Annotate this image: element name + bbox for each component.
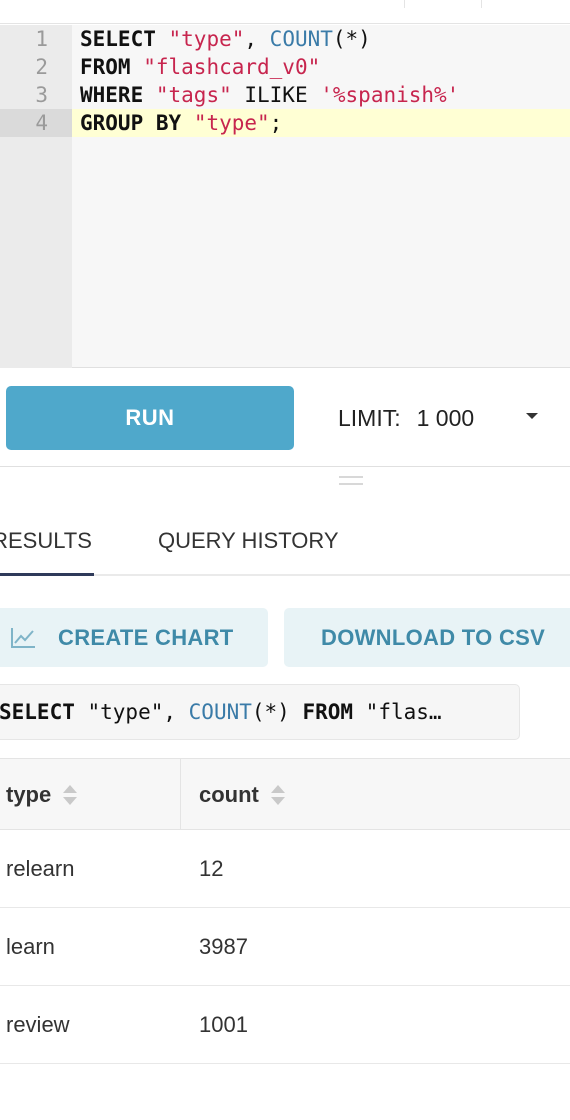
results-tabs: RESULTS QUERY HISTORY [0, 500, 570, 576]
limit-select[interactable]: LIMIT: 1 000 [338, 400, 497, 436]
code-line[interactable]: 2 FROM "flashcard_v0" [0, 53, 570, 81]
code-text: WHERE "tags" ILIKE '%spanish%' [80, 81, 459, 109]
code-text: GROUP BY "type"; [80, 109, 282, 137]
column-header-label: type [6, 781, 52, 807]
resize-handle[interactable] [339, 476, 363, 485]
query-token: "type", [74, 700, 189, 724]
tab-query-history[interactable]: QUERY HISTORY [158, 500, 339, 576]
code-token: "tags" [155, 83, 232, 107]
code-text: SELECT "type", COUNT(*) [80, 25, 371, 53]
code-token: '%spanish%' [320, 83, 460, 107]
sql-editor[interactable]: 1 SELECT "type", COUNT(*) 2 FROM "flashcard… [0, 25, 570, 368]
code-token: GROUP BY [80, 111, 182, 135]
top-tab-strip [0, 0, 570, 24]
code-line[interactable]: 1 SELECT "type", COUNT(*) [0, 25, 570, 53]
results-table: type count relearn 12 learn 3987 review … [0, 758, 570, 1064]
line-number: 3 [35, 83, 48, 107]
create-chart-label: CREATE CHART [58, 624, 234, 650]
download-csv-button[interactable]: DOWNLOAD TO CSV [284, 608, 570, 667]
limit-label: LIMIT: [338, 404, 401, 431]
code-token: SELECT [80, 27, 156, 51]
table-row: relearn 12 [0, 830, 570, 908]
cell-type: learn [6, 933, 55, 959]
sort-icon[interactable] [270, 784, 285, 805]
code-token: WHERE [80, 83, 144, 107]
run-button[interactable]: RUN [6, 386, 294, 450]
column-separator[interactable] [180, 759, 181, 830]
create-chart-button[interactable]: CREATE CHART [0, 608, 268, 667]
query-token: "flas… [353, 700, 442, 724]
tab-edge [404, 0, 405, 8]
code-token: "type" [193, 111, 270, 135]
code-token: COUNT [269, 27, 333, 51]
code-token: FROM [80, 55, 131, 79]
cell-count: 3987 [199, 933, 248, 959]
query-token: COUNT [188, 700, 252, 724]
table-row: learn 3987 [0, 908, 570, 986]
cell-type: review [6, 1011, 70, 1037]
table-row: review 1001 [0, 986, 570, 1064]
query-token: SELECT [0, 700, 75, 724]
caret-down-icon[interactable] [526, 413, 538, 419]
code-token: ; [269, 111, 283, 135]
line-number: 2 [35, 55, 48, 79]
code-token: (*) [332, 27, 371, 51]
code-line[interactable]: 4 GROUP BY "type"; [0, 109, 570, 137]
tab-results[interactable]: RESULTS [0, 500, 94, 576]
query-token: (*) [251, 700, 303, 724]
code-token: ILIKE [231, 83, 321, 107]
limit-value[interactable]: 1 000 [417, 405, 497, 432]
line-chart-icon [11, 627, 35, 648]
code-token: "type" [168, 27, 245, 51]
executed-query-summary: SELECT "type", COUNT (*) FROM "flas… [0, 684, 520, 740]
query-token: FROM [302, 700, 354, 724]
cell-count: 12 [199, 855, 224, 881]
column-header-count[interactable]: count [199, 759, 285, 830]
line-number: 4 [0, 109, 72, 137]
cell-type: relearn [6, 855, 75, 881]
column-header-label: count [199, 781, 259, 807]
code-token: "flashcard_v0" [143, 55, 321, 79]
code-line[interactable]: 3 WHERE "tags" ILIKE '%spanish%' [0, 81, 570, 109]
sort-icon[interactable] [63, 784, 78, 805]
column-header-type[interactable]: type [6, 759, 78, 830]
code-text: FROM "flashcard_v0" [80, 53, 320, 81]
line-number: 1 [35, 27, 48, 51]
active-tab-indicator [0, 573, 94, 576]
code-token: , [244, 27, 270, 51]
divider [0, 466, 570, 467]
download-csv-label: DOWNLOAD TO CSV [321, 624, 546, 650]
cell-count: 1001 [199, 1011, 248, 1037]
table-header: type count [0, 758, 570, 830]
tab-edge [481, 0, 482, 8]
